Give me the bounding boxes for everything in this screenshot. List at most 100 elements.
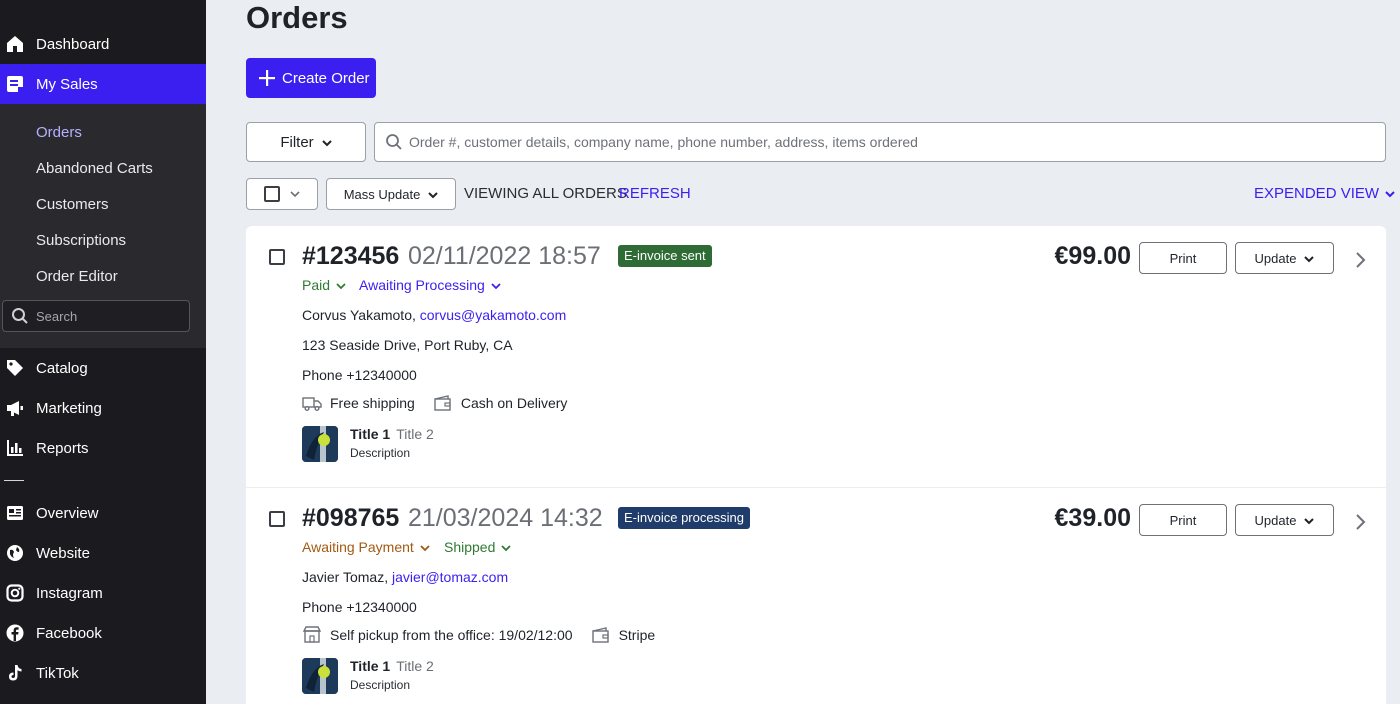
print-button[interactable]: Print	[1139, 504, 1227, 536]
nav-facebook-label: Facebook	[36, 624, 102, 642]
filter-button[interactable]: Filter	[246, 122, 366, 162]
tag-icon	[6, 359, 24, 377]
order-item[interactable]: Title 1 Title 2 Description	[302, 658, 434, 694]
order-search-input[interactable]	[409, 134, 1309, 150]
product-thumbnail	[302, 658, 338, 694]
chevron-down-icon	[1385, 185, 1395, 202]
order-number[interactable]: #123456	[302, 242, 399, 271]
globe-icon	[6, 544, 24, 562]
item-subtitle: Title 2	[396, 426, 434, 442]
create-order-label: Create Order	[282, 69, 370, 87]
nav-website[interactable]: Website	[0, 533, 206, 573]
subnav-subscriptions[interactable]: Subscriptions	[36, 232, 126, 249]
nav-catalog-label: Catalog	[36, 359, 88, 377]
view-mode-toggle[interactable]: EXPENDED VIEW	[1254, 185, 1395, 202]
update-button[interactable]: Update	[1235, 504, 1334, 536]
sidebar-search-input[interactable]: Search	[2, 300, 190, 332]
order-search-field[interactable]	[374, 122, 1386, 162]
shipping-payment-row: Free shipping Cash on Delivery	[302, 394, 567, 412]
order-number[interactable]: #098765	[302, 504, 399, 533]
customer-email-link[interactable]: javier@tomaz.com	[392, 569, 508, 585]
chevron-down-icon	[420, 539, 430, 555]
bar-chart-icon	[6, 439, 24, 457]
megaphone-icon	[6, 399, 24, 417]
sales-icon	[6, 75, 24, 93]
chevron-right-icon[interactable]	[1353, 251, 1367, 269]
order-card[interactable]: #098765 21/03/2024 14:32 E-invoice proce…	[246, 488, 1386, 704]
chevron-down-icon	[501, 539, 512, 555]
chevron-down-icon	[290, 185, 300, 203]
wallet-icon	[433, 394, 453, 412]
nav-marketing[interactable]: Marketing	[0, 388, 206, 428]
home-icon	[6, 35, 24, 53]
order-total: €39.00	[1054, 504, 1131, 532]
nav-dashboard-label: Dashboard	[36, 35, 110, 53]
search-icon	[385, 133, 403, 151]
subnav-orders[interactable]: Orders	[36, 124, 82, 141]
chevron-down-icon	[336, 277, 346, 293]
subnav-abandoned-carts[interactable]: Abandoned Carts	[36, 160, 153, 177]
nav-overview[interactable]: Overview	[0, 493, 206, 533]
order-date: 21/03/2024 14:32	[408, 504, 603, 532]
item-description: Description	[350, 446, 411, 460]
nav-tiktok-label: TikTok	[36, 664, 79, 682]
chevron-down-icon	[1304, 513, 1315, 528]
order-total: €99.00	[1054, 242, 1131, 270]
sidebar-divider	[4, 480, 24, 481]
update-button[interactable]: Update	[1235, 242, 1334, 274]
customer-name: Javier Tomaz,	[302, 569, 389, 585]
einvoice-badge: E-invoice processing	[618, 507, 750, 529]
select-all-dropdown[interactable]	[246, 178, 318, 210]
fulfillment-status-dropdown[interactable]: Shipped	[444, 539, 512, 555]
shipping-payment-row: Self pickup from the office: 19/02/12:00…	[302, 626, 655, 644]
plus-icon	[258, 69, 276, 87]
nav-dashboard[interactable]: Dashboard	[0, 24, 206, 64]
payment-status-label: Paid	[302, 277, 331, 293]
refresh-link[interactable]: REFRESH	[619, 185, 691, 202]
fulfillment-status-dropdown[interactable]: Awaiting Processing	[359, 277, 501, 293]
nav-my-sales-label: My Sales	[36, 75, 98, 93]
nav-instagram[interactable]: Instagram	[0, 573, 206, 613]
product-thumbnail	[302, 426, 338, 462]
viewing-all-orders-label: VIEWING ALL ORDERS	[464, 185, 627, 202]
customer-name: Corvus Yakamoto,	[302, 307, 416, 323]
chevron-right-icon[interactable]	[1353, 513, 1367, 531]
create-order-button[interactable]: Create Order	[246, 58, 376, 98]
print-button[interactable]: Print	[1139, 242, 1227, 274]
fulfillment-status-label: Shipped	[444, 539, 496, 555]
customer-email-link[interactable]: corvus@yakamoto.com	[420, 307, 566, 323]
order-checkbox[interactable]	[269, 249, 285, 265]
payment-status-dropdown[interactable]: Paid	[302, 277, 346, 293]
item-description: Description	[350, 678, 411, 692]
item-title: Title 1	[350, 658, 391, 674]
shipping-method: Free shipping	[330, 395, 415, 411]
nav-my-sales[interactable]: My Sales	[0, 64, 206, 104]
item-subtitle: Title 2	[396, 658, 434, 674]
customer-line: Corvus Yakamoto, corvus@yakamoto.com	[302, 307, 566, 323]
customer-phone: Phone +12340000	[302, 599, 417, 615]
subnav-order-editor[interactable]: Order Editor	[36, 268, 118, 285]
select-all-checkbox[interactable]	[264, 186, 280, 202]
overview-icon	[6, 504, 24, 522]
nav-marketing-label: Marketing	[36, 399, 102, 417]
order-checkbox[interactable]	[269, 511, 285, 527]
nav-tiktok[interactable]: TikTok	[0, 653, 206, 693]
einvoice-badge: E-invoice sent	[618, 245, 712, 267]
nav-reports[interactable]: Reports	[0, 428, 206, 468]
chevron-down-icon	[428, 187, 439, 202]
mass-update-button[interactable]: Mass Update	[326, 178, 456, 210]
sidebar: Dashboard My Sales Orders Abandoned Cart…	[0, 0, 206, 704]
view-mode-label: EXPENDED VIEW	[1254, 185, 1380, 202]
truck-icon	[302, 394, 322, 412]
nav-facebook[interactable]: Facebook	[0, 613, 206, 653]
order-card[interactable]: #123456 02/11/2022 18:57 E-invoice sent …	[246, 226, 1386, 487]
print-label: Print	[1169, 250, 1197, 266]
subnav-customers[interactable]: Customers	[36, 196, 109, 213]
nav-catalog[interactable]: Catalog	[0, 348, 206, 388]
customer-phone: Phone +12340000	[302, 367, 417, 383]
payment-method: Cash on Delivery	[460, 395, 568, 411]
mass-update-label: Mass Update	[343, 186, 421, 202]
order-item[interactable]: Title 1 Title 2 Description	[302, 426, 434, 462]
payment-status-dropdown[interactable]: Awaiting Payment	[302, 539, 430, 555]
nav-website-label: Website	[36, 544, 90, 562]
